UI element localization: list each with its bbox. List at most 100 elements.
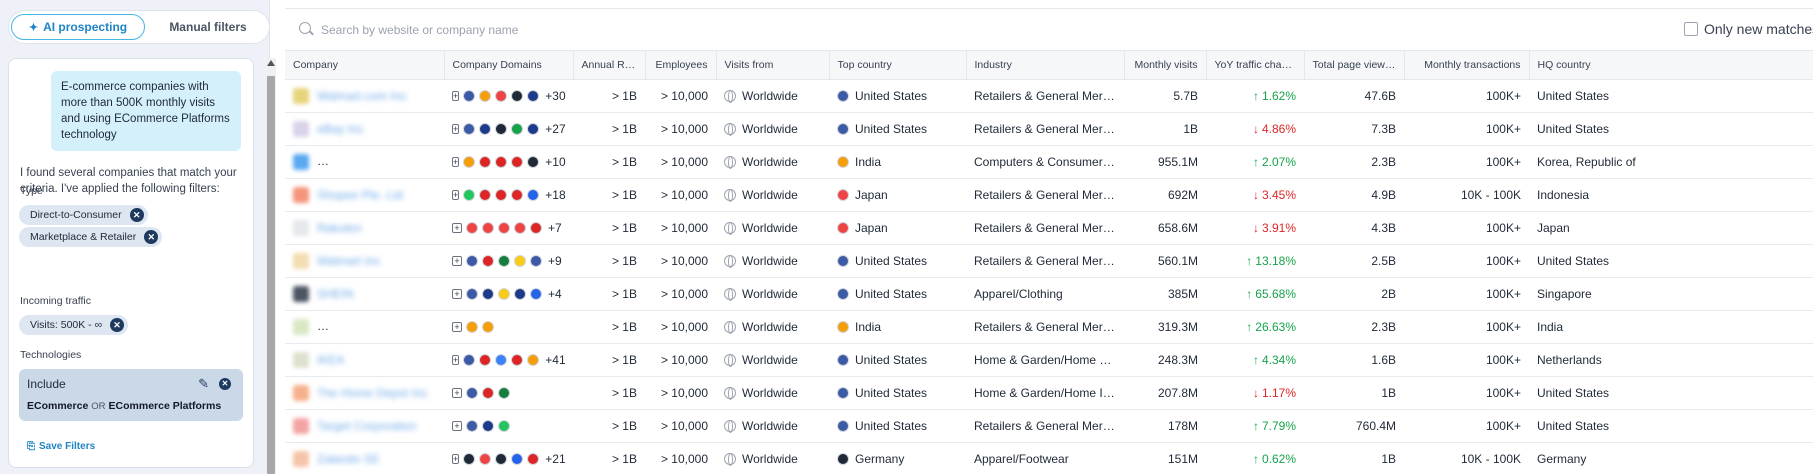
page-views-cell: 1.6B — [1304, 343, 1404, 377]
tab-ai-prospecting[interactable]: ✦ AI prospecting — [11, 14, 145, 40]
column-header[interactable]: Company Domains — [444, 50, 574, 80]
employees-cell: > 10,000 — [645, 343, 716, 377]
only-new-matches-toggle[interactable]: Only new matches — [1684, 21, 1813, 37]
expand-icon[interactable]: + — [452, 256, 462, 266]
company-name[interactable]: Walmart Inc — [317, 254, 381, 268]
company-name[interactable]: Samsung Electronics Co Ltd — [317, 155, 444, 169]
flag-icon — [837, 123, 849, 135]
column-header[interactable]: Monthly transactions — [1404, 50, 1530, 80]
transactions-cell: 100K+ — [1404, 343, 1529, 377]
table-row[interactable]: Zalando SE + +21 > 1B > 10,000 Worldwide Germa… — [285, 442, 1813, 474]
expand-icon[interactable]: + — [452, 223, 462, 233]
expand-icon[interactable]: + — [452, 124, 460, 134]
column-header[interactable]: Total page views... — [1304, 50, 1405, 80]
more-domains-count[interactable]: +18 — [545, 188, 565, 202]
more-domains-count[interactable]: +7 — [548, 221, 562, 235]
company-name[interactable]: IKEA — [317, 353, 344, 367]
table-row[interactable]: Walmart.com Inc + +30 > 1B > 10,000 Worldwide… — [285, 79, 1813, 113]
close-icon[interactable]: ✕ — [219, 378, 231, 390]
company-logo — [293, 418, 309, 434]
expand-icon[interactable]: + — [452, 157, 460, 167]
expand-icon[interactable]: + — [452, 421, 462, 431]
expand-icon[interactable]: + — [452, 388, 462, 398]
remove-chip-icon[interactable]: ✕ — [110, 318, 125, 332]
more-domains-count[interactable]: +41 — [545, 353, 565, 367]
column-header[interactable]: Company — [285, 50, 445, 80]
company-cell: Rakuten — [285, 211, 444, 245]
table-row[interactable]: Shopee Pte. Ltd + +18 > 1B > 10,000 Worldwide… — [285, 178, 1813, 212]
more-domains-count[interactable]: +10 — [545, 155, 565, 169]
remove-chip-icon[interactable]: ✕ — [144, 230, 159, 244]
table-row[interactable]: Walmart Inc + +9 > 1B > 10,000 Worldwide Unite… — [285, 244, 1813, 278]
company-name[interactable]: Shopee Pte. Ltd — [317, 188, 403, 202]
column-header[interactable]: Top country — [829, 50, 967, 80]
flag-icon — [514, 288, 526, 300]
company-name[interactable]: Rakuten — [317, 221, 362, 235]
company-logo — [293, 319, 309, 335]
company-name[interactable]: eBay Inc — [317, 122, 364, 136]
transactions-cell: 10K - 100K — [1404, 178, 1529, 212]
company-name[interactable]: Reliance Retail Limited — [317, 320, 440, 334]
left-scrollbar[interactable] — [266, 58, 276, 474]
globe-icon — [724, 255, 736, 268]
hq-country-cell: Germany — [1529, 442, 1813, 474]
industry-cell: Retailers & General Merch... — [966, 79, 1124, 113]
more-domains-count[interactable]: +21 — [545, 452, 565, 466]
company-name[interactable]: Target Corporation — [317, 419, 416, 433]
table-row[interactable]: Samsung Electronics Co Ltd + +10 > 1B> 10,0… — [285, 145, 1813, 179]
table-row[interactable]: Reliance Retail Limited + > 1B > 10,000 Worl… — [285, 310, 1813, 344]
flag-icon — [498, 387, 510, 399]
company-name[interactable]: The Home Depot Inc — [317, 386, 428, 400]
mode-switch: ✦ AI prospecting Manual filters — [8, 10, 270, 44]
top-country-cell: United States — [829, 409, 966, 443]
table-row[interactable]: SHEIN + +4 > 1B > 10,000 Worldwide United Stat… — [285, 277, 1813, 311]
table-row[interactable]: eBay Inc + +27 > 1B > 10,000 Worldwide United … — [285, 112, 1813, 146]
table-row[interactable]: The Home Depot Inc + > 1B > 10,000 Worldwide… — [285, 376, 1813, 410]
expand-icon[interactable]: + — [452, 190, 460, 200]
table-row[interactable]: Rakuten + +7 > 1B > 10,000 Worldwide Japan Reta… — [285, 211, 1813, 245]
yoy-change-cell: ↓ 1.17% — [1206, 376, 1304, 410]
more-domains-count[interactable]: +4 — [548, 287, 562, 301]
column-header[interactable]: YoY traffic chang... — [1206, 50, 1305, 80]
expand-icon[interactable]: + — [452, 322, 462, 332]
pencil-icon[interactable]: ✎ — [198, 376, 209, 392]
only-new-matches-checkbox[interactable] — [1684, 22, 1698, 36]
column-header[interactable]: Visits from — [716, 50, 830, 80]
domains-cell: + +30 — [444, 79, 573, 113]
scroll-up-arrow-icon[interactable] — [267, 60, 275, 66]
tab-manual-filters[interactable]: Manual filters — [149, 14, 267, 40]
expand-icon[interactable]: + — [452, 454, 460, 464]
company-name[interactable]: SHEIN — [317, 287, 354, 301]
search-icon — [299, 22, 311, 34]
scrollbar-thumb[interactable] — [267, 76, 275, 474]
column-header[interactable]: Annual Reve... — [573, 50, 646, 80]
visits-from-value: Worldwide — [742, 452, 798, 466]
company-name[interactable]: Zalando SE — [317, 452, 380, 466]
expand-icon[interactable]: + — [452, 355, 460, 365]
yoy-change-cell: ↑ 13.18% — [1206, 244, 1304, 278]
table-row[interactable]: Target Corporation + > 1B > 10,000 Worldwide… — [285, 409, 1813, 443]
arrow-down-icon: ↓ — [1252, 122, 1259, 136]
flag-icon — [463, 189, 476, 201]
column-header[interactable]: Industry — [966, 50, 1125, 80]
save-filters-button[interactable]: ⎘ Save Filters — [27, 441, 95, 452]
remove-chip-icon[interactable]: ✕ — [129, 208, 144, 222]
table-row[interactable]: IKEA + +41 > 1B > 10,000 Worldwide United Stat… — [285, 343, 1813, 377]
column-header[interactable]: HQ country — [1529, 50, 1813, 80]
employees-cell: > 10,000 — [645, 277, 716, 311]
flag-icon — [495, 189, 508, 201]
table-body: Walmart.com Inc + +30 > 1B > 10,000 Worldwide… — [285, 79, 1813, 474]
expand-icon[interactable]: + — [452, 289, 462, 299]
column-header[interactable]: Monthly visits — [1124, 50, 1207, 80]
revenue-cell: > 1B — [573, 409, 645, 443]
expand-icon[interactable]: + — [452, 91, 460, 101]
company-name[interactable]: Walmart.com Inc — [317, 89, 407, 103]
more-domains-count[interactable]: +9 — [548, 254, 562, 268]
more-domains-count[interactable]: +27 — [545, 122, 565, 136]
yoy-change-cell: ↑ 7.79% — [1206, 409, 1304, 443]
more-domains-count[interactable]: +30 — [545, 89, 565, 103]
revenue-cell: > 1B — [573, 178, 645, 212]
search-input[interactable] — [321, 20, 921, 40]
column-header[interactable]: Employees — [645, 50, 717, 80]
arrow-down-icon: ↓ — [1252, 221, 1259, 235]
